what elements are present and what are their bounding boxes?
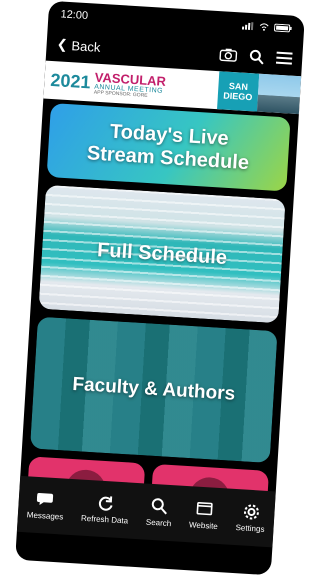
- back-button[interactable]: ❮ Back: [56, 36, 101, 55]
- banner-city-line2: DIEGO: [223, 90, 253, 103]
- search-icon: [151, 498, 167, 515]
- banner-title-block: VASCULAR ANNUAL MEETING APP SPONSOR: GOR…: [94, 69, 167, 99]
- search-icon[interactable]: [249, 49, 265, 65]
- banner-year: 2021: [49, 69, 92, 92]
- live-stream-schedule-tile[interactable]: Today's Live Stream Schedule: [46, 103, 291, 192]
- nav-actions: [219, 47, 293, 66]
- tab-website-label: Website: [188, 520, 219, 531]
- full-schedule-tile[interactable]: Full Schedule: [38, 184, 286, 324]
- full-schedule-label: Full Schedule: [96, 238, 228, 269]
- banner-skyline-image: [256, 73, 302, 115]
- chevron-left-icon: ❮: [56, 36, 69, 52]
- status-icons: [241, 22, 292, 33]
- tab-search[interactable]: Search: [146, 497, 173, 528]
- tab-search-label: Search: [145, 517, 172, 529]
- tab-messages[interactable]: Messages: [26, 489, 65, 522]
- banner-city: SAN DIEGO: [217, 71, 260, 112]
- battery-icon: [273, 23, 292, 33]
- settings-icon: [243, 504, 259, 520]
- tab-website[interactable]: Website: [189, 499, 220, 531]
- messages-icon: [36, 493, 54, 506]
- tab-refresh-data[interactable]: Refresh Data: [80, 493, 130, 526]
- faculty-authors-tile[interactable]: Faculty & Authors: [29, 316, 278, 464]
- faculty-authors-label: Faculty & Authors: [71, 373, 236, 405]
- signal-icon: [241, 22, 254, 31]
- phone-screen: 12:00 ❮ Back 2021 VASCULAR ANNUAL MEETIN…: [15, 0, 305, 576]
- tab-settings-label: Settings: [235, 523, 265, 534]
- live-stream-label: Today's Live Stream Schedule: [86, 119, 251, 175]
- tab-refresh-label: Refresh Data: [80, 513, 129, 526]
- status-time: 12:00: [60, 8, 89, 23]
- camera-icon[interactable]: [219, 47, 238, 62]
- menu-icon[interactable]: [275, 51, 293, 66]
- tab-settings[interactable]: Settings: [235, 502, 266, 534]
- website-icon: [196, 501, 213, 516]
- wifi-icon: [259, 23, 269, 31]
- back-label: Back: [71, 37, 101, 55]
- tab-messages-label: Messages: [26, 510, 64, 522]
- refresh-icon: [98, 496, 113, 511]
